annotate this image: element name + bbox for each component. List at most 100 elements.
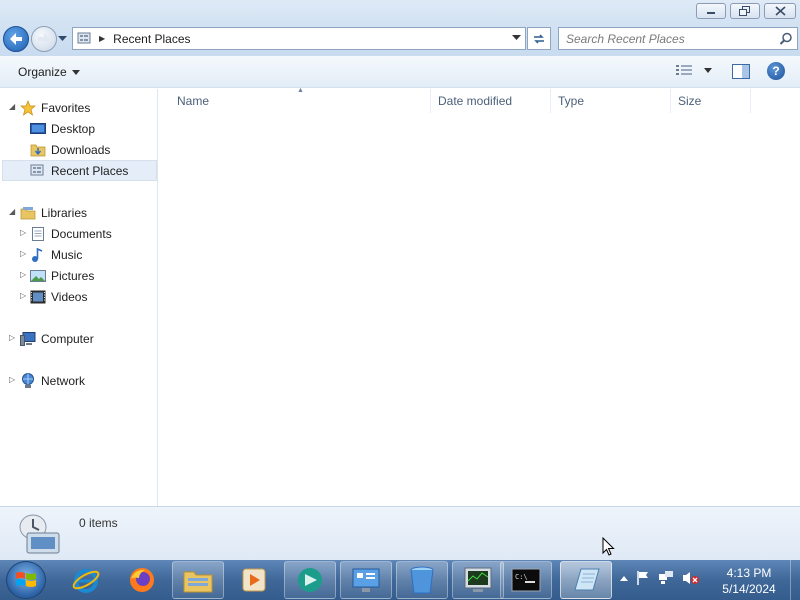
forward-button[interactable] — [31, 26, 57, 52]
nav-network-label: Network — [41, 373, 86, 388]
taskbar: C:\ 4:13 PM 5/14/2024 — [0, 560, 800, 600]
nav-pictures[interactable]: Pictures — [30, 265, 94, 286]
nav-recent-places[interactable]: Recent Places — [2, 160, 157, 181]
nav-libraries-label: Libraries — [41, 205, 88, 220]
nav-music[interactable]: Music — [30, 244, 82, 265]
volume-muted-icon[interactable] — [682, 570, 700, 586]
desktop-icon — [30, 122, 46, 134]
taskbar-media-player[interactable] — [228, 561, 280, 599]
nav-pictures-label: Pictures — [51, 268, 95, 283]
taskbar-recycle-bin[interactable] — [396, 561, 448, 599]
pictures-icon — [30, 269, 46, 282]
nav-computer[interactable]: Computer — [20, 328, 94, 349]
nav-downloads-label: Downloads — [51, 142, 111, 157]
command-bar: Organize ? — [0, 56, 800, 88]
help-icon[interactable]: ? — [767, 62, 785, 80]
expand-documents-icon[interactable]: ▷ — [20, 228, 26, 237]
recent-pages-dropdown-icon[interactable] — [58, 36, 67, 42]
expand-videos-icon[interactable]: ▷ — [20, 291, 26, 300]
music-icon — [32, 247, 43, 262]
forward-arrow-icon — [38, 33, 50, 45]
clock-date: 5/14/2024 — [722, 582, 776, 596]
start-button[interactable] — [6, 561, 46, 599]
change-view-button[interactable] — [676, 64, 712, 76]
search-input[interactable] — [566, 32, 766, 46]
nav-music-label: Music — [51, 247, 83, 262]
windows-explorer-icon — [183, 571, 213, 593]
nav-videos-label: Videos — [51, 289, 88, 304]
search-icon[interactable] — [779, 32, 793, 46]
taskbar-command-prompt[interactable]: C:\ — [500, 561, 552, 599]
network-icon[interactable] — [658, 570, 674, 586]
chevron-down-icon — [71, 69, 80, 75]
close-icon — [774, 6, 786, 16]
videos-icon — [30, 290, 46, 303]
nav-desktop-label: Desktop — [51, 121, 96, 136]
file-list[interactable]: ▲ Name Date modified Type Size — [159, 87, 800, 506]
item-count: 0 items — [79, 516, 118, 530]
expand-computer-icon[interactable]: ▷ — [9, 333, 15, 342]
action-center-flag-icon[interactable] — [636, 570, 650, 586]
address-bar[interactable]: ▶ Recent Places — [72, 27, 526, 50]
nav-network[interactable]: Network — [20, 370, 85, 391]
refresh-button[interactable] — [527, 27, 551, 50]
taskbar-clock[interactable]: 4:13 PM 5/14/2024 — [710, 565, 788, 597]
taskbar-internet-explorer[interactable] — [60, 561, 112, 599]
nav-desktop[interactable]: Desktop — [30, 118, 95, 139]
nav-favorites[interactable]: Favorites — [20, 97, 90, 118]
collapse-favorites-icon[interactable]: ◢ — [9, 102, 15, 111]
maximize-button[interactable] — [730, 3, 760, 19]
column-header-type-label: Type — [558, 94, 585, 108]
minimize-icon — [707, 12, 715, 14]
expand-music-icon[interactable]: ▷ — [20, 249, 26, 258]
taskbar-notepad[interactable] — [560, 561, 612, 599]
clock-time: 4:13 PM — [726, 566, 772, 580]
column-header-size-label: Size — [678, 94, 702, 108]
nav-recent-places-label: Recent Places — [51, 163, 129, 178]
recent-places-large-icon — [19, 514, 60, 554]
details-view-icon — [676, 65, 692, 75]
nav-videos[interactable]: Videos — [30, 286, 87, 307]
downloads-folder-icon — [30, 144, 46, 156]
taskbar-app[interactable] — [284, 561, 336, 599]
taskbar-firefox[interactable] — [116, 561, 168, 599]
title-bar — [0, 0, 800, 24]
back-button[interactable] — [3, 26, 29, 52]
svg-text:C:\: C:\ — [515, 573, 528, 581]
show-hidden-icons-arrow[interactable] — [620, 575, 628, 581]
column-header-date-label: Date modified — [438, 94, 513, 108]
expand-network-icon[interactable]: ▷ — [9, 375, 15, 384]
show-desktop-button[interactable] — [790, 560, 800, 600]
minimize-button[interactable] — [696, 3, 726, 19]
internet-explorer-icon — [72, 569, 100, 593]
collapse-libraries-icon[interactable]: ◢ — [9, 207, 15, 216]
nav-downloads[interactable]: Downloads — [30, 139, 110, 160]
column-header-type[interactable]: Type — [551, 89, 671, 113]
firefox-icon — [130, 568, 154, 592]
nav-favorites-label: Favorites — [41, 100, 91, 115]
refresh-icon — [534, 33, 544, 44]
taskbar-windows-explorer[interactable] — [172, 561, 224, 599]
breadcrumb-separator-icon[interactable]: ▶ — [99, 34, 105, 43]
close-button[interactable] — [764, 3, 796, 19]
back-arrow-icon — [10, 33, 22, 45]
column-header-date-modified[interactable]: Date modified — [431, 89, 551, 113]
notepad-icon — [574, 568, 600, 591]
column-header-size[interactable]: Size — [671, 89, 751, 113]
taskbar-control-panel[interactable] — [340, 561, 392, 599]
nav-documents[interactable]: Documents — [30, 223, 112, 244]
view-dropdown-icon[interactable] — [704, 67, 712, 73]
expand-pictures-icon[interactable]: ▷ — [20, 270, 26, 279]
column-header-name[interactable]: Name — [159, 89, 431, 113]
preview-pane-icon[interactable] — [732, 64, 750, 79]
taskbar-task-manager[interactable] — [452, 561, 504, 599]
recycle-bin-icon — [410, 566, 434, 594]
search-box[interactable] — [558, 27, 798, 50]
address-dropdown-icon[interactable] — [512, 35, 521, 41]
organize-menu-button[interactable]: Organize — [18, 65, 80, 79]
control-panel-icon — [352, 568, 380, 592]
breadcrumb-recent-places[interactable]: Recent Places — [113, 32, 190, 46]
nav-documents-label: Documents — [51, 226, 112, 241]
nav-libraries[interactable]: Libraries — [20, 202, 87, 223]
window-controls — [696, 3, 796, 19]
